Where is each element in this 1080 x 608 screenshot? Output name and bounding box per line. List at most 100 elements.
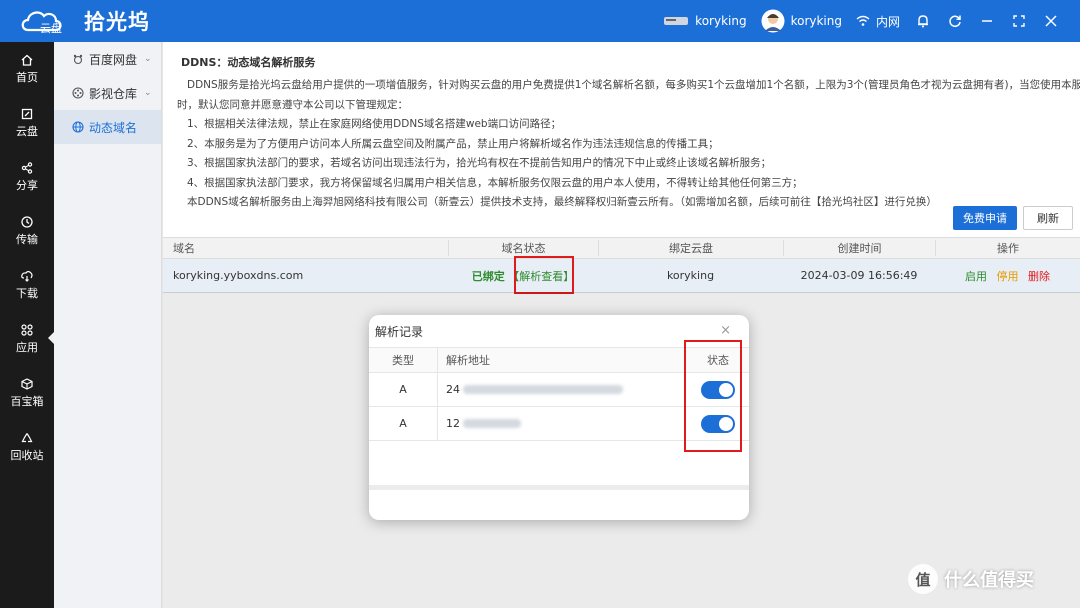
user-menu[interactable]: koryking xyxy=(761,9,842,33)
subnav-item-label: 动态域名 xyxy=(89,120,138,135)
ddns-terms: DDNS服务是拾光坞云盘给用户提供的一项增值服务，针对购买云盘的用户免费提供1个… xyxy=(177,76,1080,213)
download-icon xyxy=(21,270,33,282)
column-header: 创建时间 xyxy=(783,240,935,256)
sidebar-item-label: 应用 xyxy=(16,340,38,354)
dialog-footer-bar xyxy=(369,485,749,490)
bell-icon xyxy=(918,15,928,28)
highlight-box xyxy=(514,256,574,294)
sidebar-item-label: 百宝箱 xyxy=(10,394,44,408)
sidebar-item-cloud[interactable]: 云盘 xyxy=(0,96,54,150)
column-header: 绑定云盘 xyxy=(598,240,783,256)
subnav-item-label: 影视仓库 xyxy=(89,86,138,101)
column-header: 域名状态 xyxy=(448,240,598,256)
delete-link[interactable]: 删除 xyxy=(1028,270,1050,283)
chevron-down-icon: ⌄ xyxy=(144,54,152,64)
notification-button[interactable] xyxy=(914,12,932,30)
table-header: 域名 域名状态 绑定云盘 创建时间 操作 xyxy=(163,237,1080,259)
sidebar-item-apps[interactable]: 应用 xyxy=(0,312,54,366)
chevron-down-icon: ⌄ xyxy=(144,88,152,98)
network-label: 内网 xyxy=(875,14,900,29)
page-title: DDNS：动态域名解析服务 xyxy=(181,56,316,69)
address-prefix: 24 xyxy=(446,383,460,396)
sidebar-item-toolbox[interactable]: 百宝箱 xyxy=(0,366,54,420)
terms-line: 4、根据国家执法部门要求，我方将保留域名归属用户相关信息，本解析服务仅限云盘的用… xyxy=(187,176,803,189)
sidebar-item-download[interactable]: 下载 xyxy=(0,258,54,312)
apply-button[interactable]: 免费申请 xyxy=(953,206,1017,230)
sidebar-item-label: 云盘 xyxy=(16,124,38,138)
subnav-item-film[interactable]: 影视仓库 ⌄ xyxy=(54,76,161,110)
terms-line: DDNS服务是拾光坞云盘给用户提供的一项增值服务，针对购买云盘的用户免费提供1个… xyxy=(187,79,1080,91)
sidebar-item-label: 分享 xyxy=(16,178,38,192)
watermark-text: 什么值得买 xyxy=(944,570,1034,591)
terms-line: 3、根据国家执法部门的要求，若域名访问出现违法行为，拾光坞有权在不提前告知用户的… xyxy=(187,157,772,169)
highlight-box xyxy=(684,340,742,452)
globe-icon xyxy=(72,121,84,133)
sidebar-item-label: 传输 xyxy=(16,232,38,246)
close-icon xyxy=(1045,15,1057,27)
home-icon xyxy=(21,54,33,66)
terms-line: 本DDNS域名解析服务由上海羿旭网络科技有限公司（新壹云）提供技术支持，最终解释… xyxy=(187,196,937,208)
cloud-drive-icon xyxy=(21,108,33,119)
address-prefix: 12 xyxy=(446,417,460,430)
actions-cell: 启用 停用 删除 xyxy=(935,268,1080,284)
status-badge: 已绑定 xyxy=(471,269,505,283)
minimize-button[interactable] xyxy=(978,12,996,30)
sidebar-item-recycle[interactable]: 回收站 xyxy=(0,420,54,474)
created-cell: 2024-03-09 16:56:49 xyxy=(800,269,918,282)
film-icon xyxy=(72,87,84,99)
device-name: koryking xyxy=(695,14,747,28)
watermark-logo: 值 xyxy=(908,564,938,594)
close-icon[interactable]: × xyxy=(720,323,731,338)
recycle-icon xyxy=(21,432,33,442)
disable-link[interactable]: 停用 xyxy=(997,270,1019,283)
terms-line: 2、本服务是为了方便用户访问本人所属云盘空间及附属产品，禁止用户将解析域名作为违… xyxy=(187,137,719,150)
maximize-icon xyxy=(1013,15,1025,27)
top-bar: 云盘 拾光坞 koryking koryking 内网 xyxy=(0,0,1080,42)
subnav-item-baidu[interactable]: 百度网盘 ⌄ xyxy=(54,42,161,76)
refresh-button[interactable]: 刷新 xyxy=(1023,206,1073,230)
record-address: 24 xyxy=(437,373,687,406)
device-selector[interactable]: koryking xyxy=(663,14,747,28)
avatar xyxy=(761,9,785,33)
cloud-logo-icon: 云盘 xyxy=(21,11,62,35)
record-type: A xyxy=(399,417,407,430)
table-row[interactable]: koryking.yyboxdns.com 已绑定 【解析查看】 korykin… xyxy=(163,259,1080,293)
column-header: 操作 xyxy=(935,240,1080,256)
subnav-item-ddns[interactable]: 动态域名 xyxy=(54,110,161,144)
record-type: A xyxy=(399,383,407,396)
refresh-icon xyxy=(949,15,961,28)
network-status[interactable]: 内网 xyxy=(856,13,900,30)
terms-line: 时，默认您同意并愿意遵守本公司以下管理规定： xyxy=(177,98,408,111)
watermark: 值 什么值得买 xyxy=(908,564,1034,594)
svg-text:云盘: 云盘 xyxy=(40,21,62,35)
app-logo[interactable]: 云盘 拾光坞 xyxy=(18,6,150,36)
transfer-icon xyxy=(21,215,33,228)
sidebar-item-label: 回收站 xyxy=(10,448,44,462)
cloud-cell: koryking xyxy=(666,269,715,282)
sidebar-item-share[interactable]: 分享 xyxy=(0,150,54,204)
sidebar-item-label: 下载 xyxy=(16,286,38,300)
record-address: 12 xyxy=(437,407,687,440)
enable-link[interactable]: 启用 xyxy=(965,270,987,283)
blurred-address xyxy=(463,419,521,428)
dialog-title: 解析记录 xyxy=(375,325,424,339)
domain-cell: koryking.yyboxdns.com xyxy=(173,269,304,282)
column-header: 域名 xyxy=(173,242,195,255)
toolbox-icon xyxy=(21,377,33,390)
baidu-icon xyxy=(73,54,83,65)
nas-device-icon xyxy=(664,17,689,25)
minimize-icon xyxy=(982,20,992,22)
subnav-item-label: 百度网盘 xyxy=(89,52,138,67)
wifi-icon xyxy=(856,15,870,26)
sidebar-item-transfer[interactable]: 传输 xyxy=(0,204,54,258)
app-logo-text: 拾光坞 xyxy=(84,10,150,34)
maximize-button[interactable] xyxy=(1010,12,1028,30)
sidebar-item-home[interactable]: 首页 xyxy=(0,42,54,96)
column-header: 类型 xyxy=(392,354,414,367)
domain-table: 域名 域名状态 绑定云盘 创建时间 操作 koryking.yyboxdns.c… xyxy=(163,237,1080,293)
close-window-button[interactable] xyxy=(1042,12,1060,30)
blurred-address xyxy=(463,385,623,394)
sidebar: 首页 云盘 分享 传输 下载 应用 百宝箱 回收站 xyxy=(0,42,54,608)
apps-icon xyxy=(21,323,33,336)
sync-button[interactable] xyxy=(946,12,964,30)
